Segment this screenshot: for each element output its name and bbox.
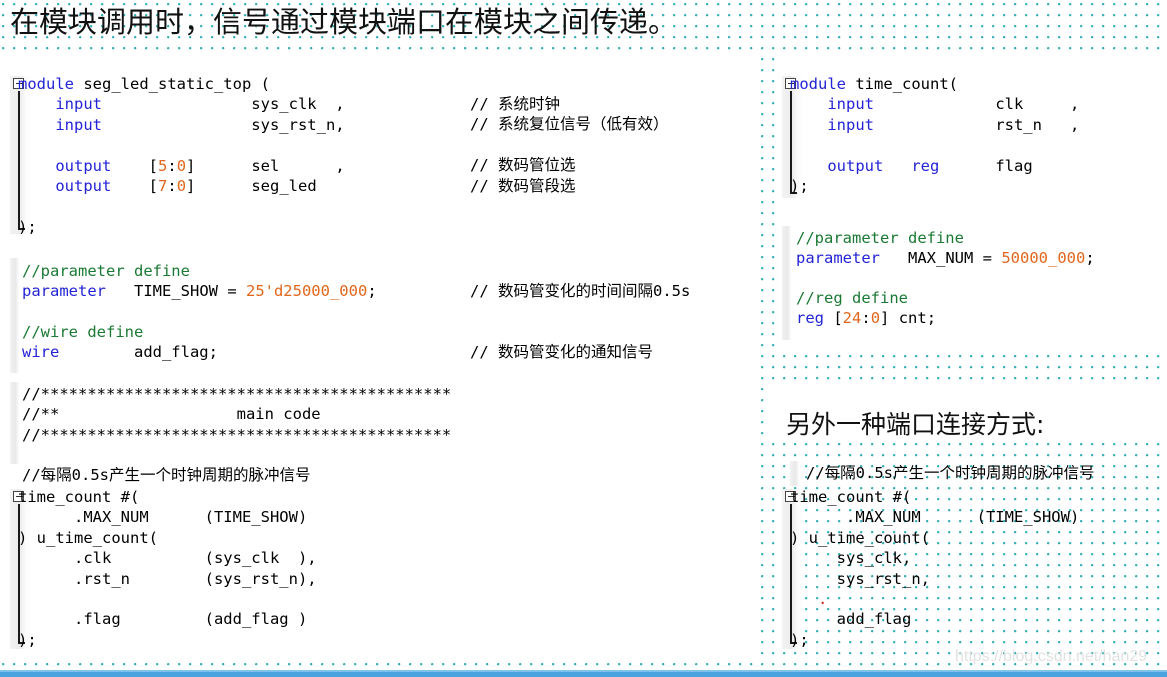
right-alt-instance-comment: //每隔0.5s产生一个时钟周期的脉冲信号 <box>806 464 1095 482</box>
left-instance-code: time_count #( .MAX_NUM (TIME_SHOW) ) u_t… <box>18 488 317 649</box>
left-parameter-code: //parameter define parameter TIME_SHOW =… <box>22 262 377 301</box>
right-blockbar-alt-comment <box>790 461 799 486</box>
left-blockbar-parameter <box>10 258 19 373</box>
watermark: https://blog.csdn.net/han29 <box>955 648 1148 665</box>
right-module-code: module time_count( input clk , input rst… <box>790 75 1080 196</box>
right-blockbar-parameter <box>782 226 791 340</box>
left-module-code: module seg_led_static_top ( input sys_cl… <box>18 75 345 236</box>
page-title: 在模块调用时，信号通过模块端口在模块之间传递。 <box>10 5 678 39</box>
left-wire-code: //wire define wire add_flag; <box>22 323 218 362</box>
left-instance-comment: //每隔0.5s产生一个时钟周期的脉冲信号 <box>22 466 311 484</box>
right-alt-instance-code: time_count #( .MAX_NUM (TIME_SHOW) ) u_t… <box>790 488 1080 649</box>
right-alt-heading: 另外一种端口连接方式: <box>786 410 1045 439</box>
bottom-accent-bar <box>0 670 1167 677</box>
right-parameter-code: //parameter define parameter MAX_NUM = 5… <box>796 229 1095 268</box>
left-separator-banner: //**************************************… <box>22 385 452 444</box>
right-reg-code: //reg define reg [24:0] cnt; <box>796 289 937 328</box>
left-blockbar-separator <box>10 382 19 464</box>
left-module-comments: // 系统时钟 // 系统复位信号（低有效） // 数码管位选 // 数码管段选 <box>470 95 669 195</box>
left-wire-comment: // 数码管变化的通知信号 <box>470 343 653 361</box>
left-parameter-comment: // 数码管变化的时间间隔0.5s <box>470 282 691 300</box>
